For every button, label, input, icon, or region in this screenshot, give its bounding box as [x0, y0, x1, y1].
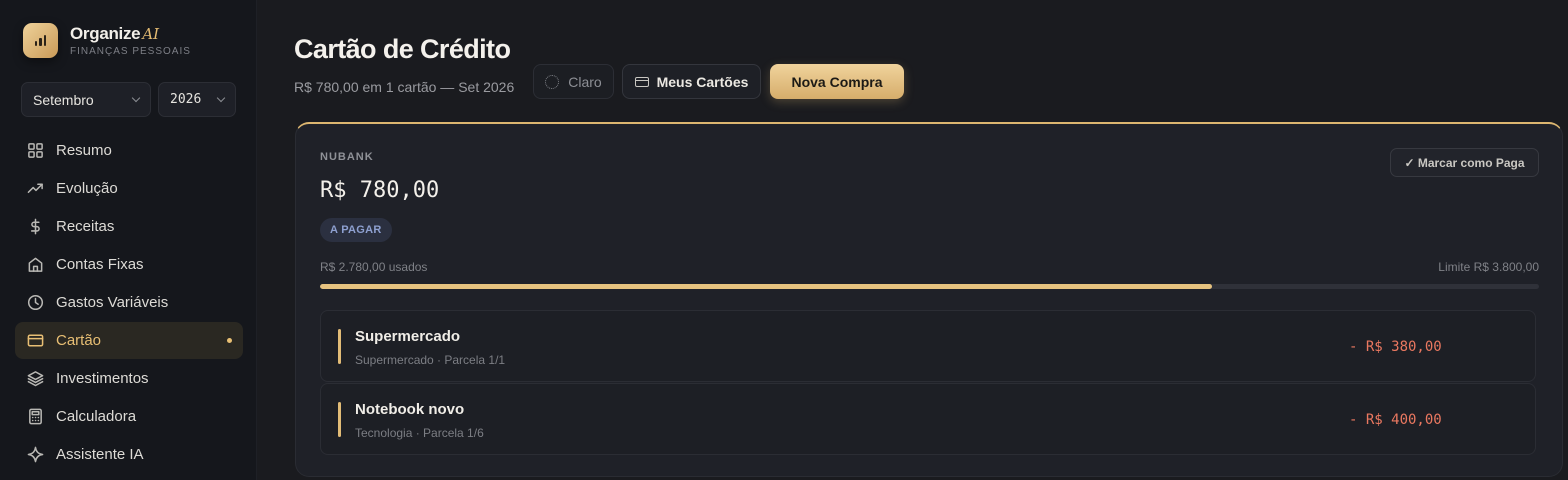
sidebar-item-label: Contas Fixas [56, 256, 144, 273]
new-purchase-button[interactable]: Nova Compra [770, 64, 904, 99]
theme-label: Claro [568, 73, 602, 90]
purchase-name: Supermercado [355, 328, 461, 345]
sidebar-item-assistente-ia[interactable]: Assistente IA [15, 436, 243, 473]
bank-name: NUBANK [320, 151, 374, 163]
purchase-value: - R$ 400,00 [1349, 412, 1442, 428]
credit-card-icon [26, 332, 44, 350]
chevron-down-icon [131, 93, 141, 103]
purchase-meta: Tecnologia · Parcela 1/6 [355, 426, 484, 440]
limit-progress-fill [320, 284, 1212, 289]
active-indicator [227, 338, 232, 343]
invoice-amount: R$ 780,00 [320, 178, 440, 203]
sidebar-item-cartao[interactable]: Cartão [15, 322, 243, 359]
status-badge: A PAGAR [320, 218, 392, 242]
sidebar-item-label: Calculadora [56, 408, 137, 425]
month-select[interactable]: Setembro [21, 82, 151, 117]
sidebar-item-label: Gastos Variáveis [56, 294, 169, 311]
brand-name: Organize [70, 24, 141, 43]
calculator-icon [26, 408, 44, 426]
page-title: Cartão de Crédito [294, 34, 511, 64]
purchase-accent [338, 329, 341, 364]
brand-text: Organize AI FINANÇAS PESSOAIS [70, 24, 191, 57]
sparkle-icon [26, 446, 44, 464]
layers-icon [26, 370, 44, 388]
brand[interactable]: Organize AI FINANÇAS PESSOAIS [23, 23, 191, 58]
chevron-down-icon [216, 93, 226, 103]
brand-ai: AI [142, 25, 160, 43]
purchase-value: - R$ 380,00 [1349, 339, 1442, 355]
purchase-name: Notebook novo [355, 401, 465, 418]
year-value: 2026 [170, 92, 202, 107]
sidebar-item-label: Cartão [56, 332, 102, 349]
sidebar-item-contas-fixas[interactable]: Contas Fixas [15, 246, 243, 283]
sidebar-item-label: Resumo [56, 142, 112, 159]
limit-progress-bar [320, 284, 1539, 289]
purchase-item[interactable]: Supermercado Supermercado · Parcela 1/1 … [320, 310, 1536, 382]
credit-card-panel: NUBANK R$ 780,00 A PAGAR ✓ Marcar como P… [295, 122, 1563, 477]
sidebar-item-label: Investimentos [56, 370, 149, 387]
new-purchase-label: Nova Compra [791, 73, 883, 90]
my-cards-label: Meus Cartões [656, 73, 749, 90]
sidebar-item-gastos-variaveis[interactable]: Gastos Variáveis [15, 284, 243, 321]
sidebar-item-receitas[interactable]: Receitas [15, 208, 243, 245]
home-icon [26, 256, 44, 274]
theme-toggle-button[interactable]: Claro [533, 64, 614, 99]
mark-paid-button[interactable]: ✓ Marcar como Paga [1390, 148, 1539, 177]
sidebar-item-evolucao[interactable]: Evolução [15, 170, 243, 207]
sidebar-item-label: Receitas [56, 218, 115, 235]
brand-subtitle: FINANÇAS PESSOAIS [70, 46, 191, 57]
sidebar-item-calculadora[interactable]: Calculadora [15, 398, 243, 435]
grid-icon [26, 142, 44, 160]
brand-title: Organize AI [70, 24, 191, 44]
credit-limit: Limite R$ 3.800,00 [1438, 260, 1539, 274]
sidebar: Organize AI FINANÇAS PESSOAIS Setembro 20… [0, 0, 257, 480]
used-amount: R$ 2.780,00 usados [320, 260, 428, 274]
clock-icon [26, 294, 44, 312]
page-subtitle: R$ 780,00 em 1 cartão — Set 2026 [294, 79, 515, 95]
bar-chart-icon [23, 23, 58, 58]
credit-card-icon [634, 76, 649, 87]
sidebar-item-resumo[interactable]: Resumo [15, 132, 243, 169]
my-cards-button[interactable]: Meus Cartões [622, 64, 761, 99]
purchase-item[interactable]: Notebook novo Tecnologia · Parcela 1/6 -… [320, 383, 1536, 455]
sidebar-item-label: Assistente IA [56, 446, 144, 463]
sidebar-item-label: Evolução [56, 180, 118, 197]
year-select[interactable]: 2026 [158, 82, 236, 117]
sidebar-nav: Resumo Evolução Receitas Contas Fixas Ga… [15, 132, 243, 474]
loading-icon [545, 74, 560, 89]
purchase-meta: Supermercado · Parcela 1/1 [355, 353, 506, 367]
month-value: Setembro [33, 91, 94, 108]
purchase-accent [338, 402, 341, 437]
dollar-icon [26, 218, 44, 236]
sidebar-item-investimentos[interactable]: Investimentos [15, 360, 243, 397]
trend-icon [26, 180, 44, 198]
